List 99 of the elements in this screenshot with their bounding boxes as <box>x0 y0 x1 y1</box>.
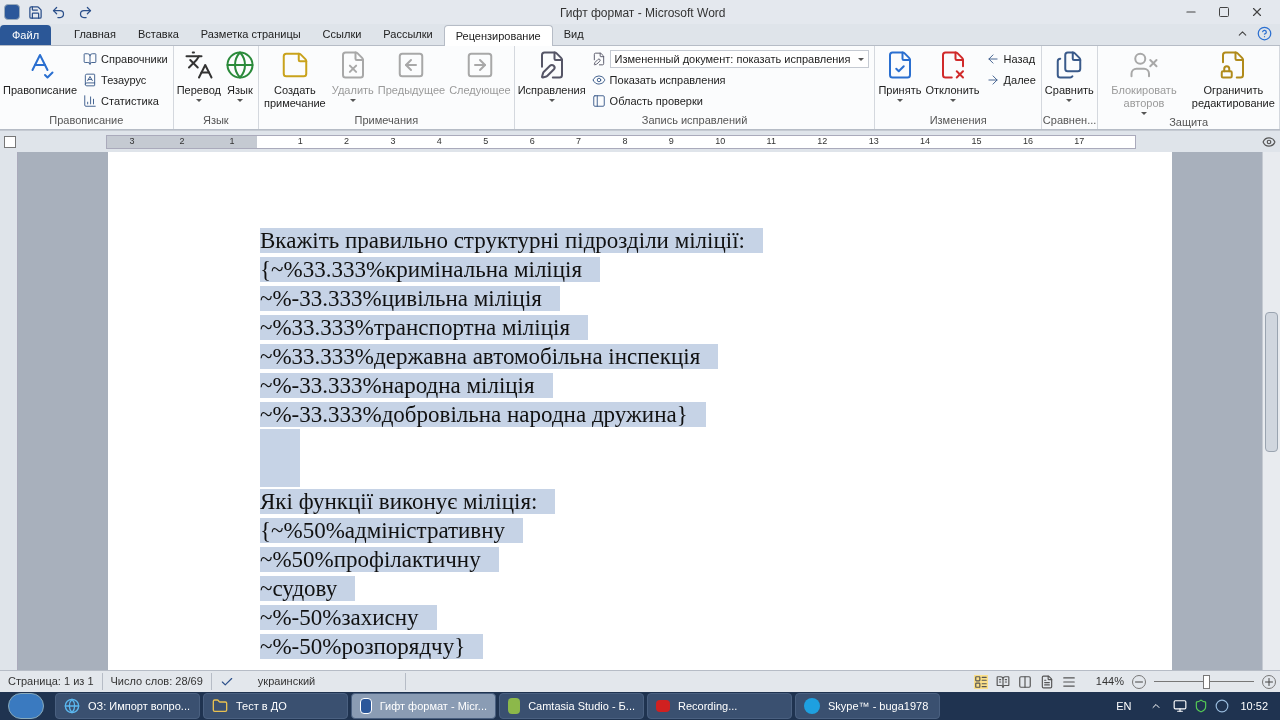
ribbon-tab[interactable]: Главная <box>63 24 127 45</box>
ribbon-small-button[interactable]: Область проверки <box>591 92 870 110</box>
tray-icon[interactable] <box>1215 699 1230 713</box>
chart-icon <box>83 94 98 108</box>
redo-icon[interactable] <box>78 4 93 20</box>
taskbar-button[interactable]: Camtasia Studio - Б... <box>499 693 644 719</box>
pen-document-icon <box>591 52 606 66</box>
ribbon-button[interactable]: Язык <box>222 46 257 102</box>
ruler-number: 9 <box>668 134 674 148</box>
ruler-number: 8 <box>622 134 628 148</box>
group-label: Изменения <box>928 113 988 128</box>
left-arrow-icon <box>985 52 1000 66</box>
ruler-number: 3 <box>129 134 135 148</box>
taskbar-button[interactable]: ОЗ: Импорт вопро... <box>55 693 200 719</box>
ribbon-button[interactable]: Перевод <box>174 46 223 102</box>
group-label: Язык <box>201 113 230 128</box>
globe-icon <box>224 50 255 80</box>
book-icon <box>83 73 98 87</box>
ruler-number: 2 <box>344 134 350 148</box>
ribbon-small-button[interactable]: Статистика <box>83 92 168 110</box>
print-layout-icon[interactable] <box>973 674 988 689</box>
ruler-number: 1 <box>297 134 303 148</box>
ruler-number: 16 <box>1022 134 1033 148</box>
ruler-number: 3 <box>390 134 396 148</box>
page-count[interactable]: Страница: 1 из 1 <box>0 673 103 690</box>
panel-icon <box>591 94 606 108</box>
clock[interactable]: 10:52 <box>1240 697 1268 715</box>
ruler-number: 5 <box>483 134 489 148</box>
ribbon-tab[interactable]: Рецензирование <box>443 25 553 46</box>
ribbon-button[interactable]: Создать примечание <box>259 46 330 110</box>
ruler-number: 13 <box>868 134 879 148</box>
group-label: Правописание <box>48 113 125 128</box>
language-status[interactable]: украинский <box>249 673 407 690</box>
input-language[interactable]: EN <box>1116 697 1132 715</box>
markup-dropdown[interactable]: Измененный документ: показать исправления <box>609 50 870 68</box>
ruler-number: 7 <box>576 134 582 148</box>
web-layout-icon[interactable] <box>1017 674 1032 689</box>
group-label: Примечания <box>353 113 420 128</box>
ruler-number: 6 <box>529 134 535 148</box>
vertical-scrollbar[interactable] <box>1262 152 1280 670</box>
group-label: Защита <box>1168 115 1210 130</box>
ruler-number: 4 <box>436 134 442 148</box>
translate-icon <box>183 50 214 80</box>
ruler-number: 12 <box>817 134 828 148</box>
zoom-slider-thumb[interactable] <box>1203 674 1210 689</box>
window-title: Гифт формат - Microsoft Word <box>560 5 726 22</box>
close-icon[interactable] <box>1250 5 1264 19</box>
maximize-icon[interactable] <box>1218 6 1230 18</box>
record-icon <box>656 700 670 712</box>
right-arrow-icon <box>985 73 1000 87</box>
outline-icon[interactable] <box>1039 674 1054 689</box>
undo-icon[interactable] <box>51 4 66 20</box>
start-button[interactable] <box>8 693 44 719</box>
network-icon[interactable] <box>1173 699 1188 713</box>
ruler-number: 10 <box>715 134 726 148</box>
save-icon[interactable] <box>28 4 43 20</box>
ribbon-button[interactable]: Правописание <box>1 46 80 97</box>
taskbar-button[interactable]: Skype™ - buga1978 <box>795 693 940 719</box>
ribbon-tab[interactable]: Рассылки <box>372 24 444 45</box>
ribbon-button[interactable]: Отклонить <box>923 46 982 102</box>
file-tab[interactable]: Файл <box>0 25 52 45</box>
ribbon-button[interactable]: Ограничить редактирование <box>1188 46 1278 110</box>
tab-selector-icon[interactable] <box>4 135 16 148</box>
taskbar-button[interactable]: Recording... <box>647 693 792 719</box>
ribbon-small-button[interactable]: Справочники <box>83 50 168 68</box>
draft-icon[interactable] <box>1061 674 1076 689</box>
ruler-number: 2 <box>179 134 185 148</box>
ruler-number: 1 <box>229 134 235 148</box>
scroll-thumb[interactable] <box>1265 312 1278 452</box>
ribbon-button[interactable]: Сравнить <box>1042 46 1096 102</box>
ribbon-small-button[interactable]: Назад <box>985 50 1036 68</box>
ruler-number: 11 <box>766 134 776 148</box>
ribbon-small-button[interactable]: Тезаурус <box>83 71 168 89</box>
ribbon-small-button[interactable]: Показать исправления <box>591 71 870 89</box>
shield-icon[interactable] <box>1194 699 1209 713</box>
globe-icon <box>64 698 80 714</box>
eye-icon <box>591 73 606 87</box>
ruler-number: 15 <box>971 134 982 148</box>
folder-icon <box>212 698 228 714</box>
ribbon-tab[interactable]: Вставка <box>126 24 190 45</box>
book-icon <box>83 52 98 66</box>
group-label: Сравнен... <box>1042 113 1097 128</box>
person-block-icon <box>1129 50 1159 80</box>
ribbon-tab[interactable]: Разметка страницы <box>189 24 312 45</box>
ribbon-tab[interactable]: Вид <box>552 24 595 45</box>
taskbar-button[interactable]: Тест в ДО <box>203 693 348 719</box>
ruler-number: 14 <box>920 134 931 148</box>
group-label: Запись исправлений <box>640 113 749 128</box>
zoom-slider[interactable] <box>1154 674 1254 689</box>
reading-view-icon[interactable] <box>995 674 1010 689</box>
ribbon-button[interactable]: Исправления <box>515 46 588 102</box>
help-icon[interactable] <box>1257 26 1272 41</box>
ribbon-button[interactable]: Принять <box>876 46 924 102</box>
zoom-level[interactable]: 144% <box>1095 673 1124 690</box>
ruler-number: 17 <box>1074 134 1085 148</box>
ribbon-small-button[interactable]: Далее <box>985 71 1036 89</box>
word-count[interactable]: Число слов: 28/69 <box>102 673 212 690</box>
view-ruler-icon[interactable] <box>1262 134 1276 149</box>
ribbon-tab[interactable]: Ссылки <box>311 24 373 45</box>
